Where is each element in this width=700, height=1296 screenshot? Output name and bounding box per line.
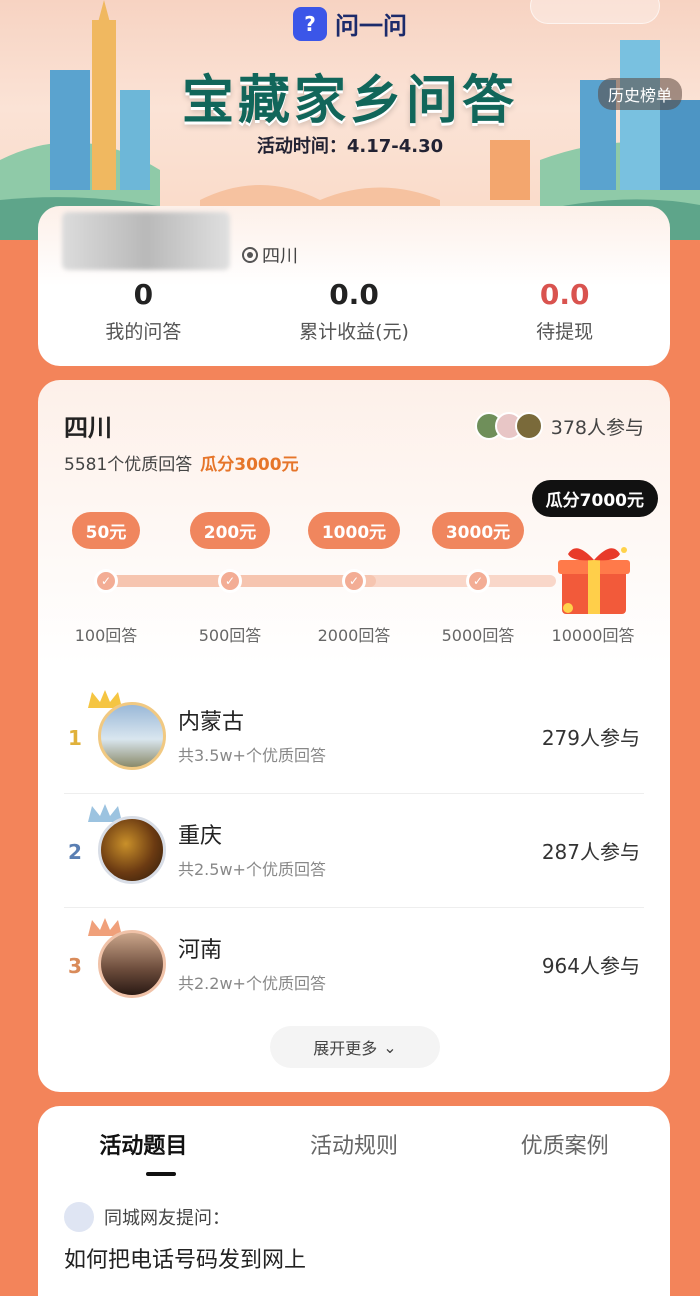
milestone-reward-badge: 50元 — [71, 512, 141, 549]
user-location: 四川 — [242, 242, 298, 268]
province-name: 四川 — [64, 414, 112, 442]
province-ranking-list: 1 内蒙古 共3.5w+个优质回答 279人参与 2 重庆 共2.5w+个优质回… — [64, 680, 644, 1022]
tab-quality-cases[interactable]: 优质案例 — [459, 1128, 670, 1160]
quality-answers-count: 5581个优质回答 — [64, 455, 193, 475]
question-source: 同城网友提问： — [104, 1208, 230, 1229]
milestone-reward-1: 50元 — [46, 512, 166, 549]
milestone-check-icon: ✓ — [342, 569, 366, 593]
province-participants: 378人参与 — [474, 412, 644, 440]
question-header: 同城网友提问： — [64, 1202, 230, 1232]
province-avatar — [98, 702, 166, 770]
stat-value: 0.0 — [329, 278, 379, 311]
participants-count: 378人参与 — [550, 416, 644, 439]
milestone-label: 100回答 — [74, 626, 138, 645]
province-answers: 共2.5w+个优质回答 — [178, 860, 326, 879]
expand-more-button[interactable]: 展开更多 ⌄ — [270, 1026, 440, 1068]
participant-avatar — [514, 412, 543, 440]
stat-value: 0 — [133, 278, 154, 311]
tab-activity-rules[interactable]: 活动规则 — [249, 1128, 460, 1160]
milestone-reward-3: 1000元 — [294, 512, 414, 549]
question-logo-icon: ? — [293, 6, 327, 41]
final-milestone-label: 10000回答 — [551, 626, 635, 645]
stat-label: 我的问答 — [105, 321, 182, 343]
milestone-label: 2000回答 — [317, 626, 391, 645]
milestone-check-icon: ✓ — [218, 569, 242, 593]
ranking-row-3[interactable]: 3 河南 共2.2w+个优质回答 964人参与 — [64, 908, 644, 1022]
chevron-down-icon: ⌄ — [383, 1037, 397, 1057]
ranking-row-1[interactable]: 1 内蒙古 共3.5w+个优质回答 279人参与 — [64, 680, 644, 794]
milestone-label: 500回答 — [198, 626, 262, 645]
rank-number: 3 — [68, 954, 82, 978]
rank-number: 2 — [68, 840, 82, 864]
brand: ? 问一问 — [0, 6, 700, 41]
tab-activity-topics[interactable]: 活动题目 — [38, 1128, 249, 1160]
brand-name: 问一问 — [335, 12, 407, 40]
milestone-label: 5000回答 — [441, 626, 515, 645]
rank-number: 1 — [68, 726, 82, 750]
province-name: 重庆 — [178, 824, 223, 849]
province-answers: 共2.2w+个优质回答 — [178, 974, 326, 993]
province-avatar — [98, 930, 166, 998]
milestone-reward-2: 200元 — [170, 512, 290, 549]
stat-value: 0.0 — [539, 278, 590, 311]
stats-row: 0 我的问答 0.0 累计收益(元) 0.0 待提现 — [38, 278, 670, 344]
prize-highlight: 瓜分3000元 — [200, 455, 299, 475]
user-avatar-blurred — [62, 212, 230, 270]
province-avatar — [98, 816, 166, 884]
province-name: 河南 — [178, 938, 223, 963]
location-pin-icon — [242, 247, 258, 263]
stat-my-qa[interactable]: 0 我的问答 — [38, 278, 249, 344]
activity-period: 活动时间：4.17-4.30 — [256, 136, 444, 157]
province-answers: 共3.5w+个优质回答 — [178, 746, 326, 765]
ranking-row-2[interactable]: 2 重庆 共2.5w+个优质回答 287人参与 — [64, 794, 644, 908]
tab-bar: 活动题目 活动规则 优质案例 — [38, 1128, 670, 1160]
location-text: 四川 — [262, 246, 298, 267]
province-participants: 287人参与 — [541, 840, 640, 864]
question-text[interactable]: 如何把电话号码发到网上 — [64, 1242, 306, 1274]
province-name: 内蒙古 — [178, 710, 245, 735]
stat-total-earnings[interactable]: 0.0 累计收益(元) — [249, 278, 460, 344]
stat-label: 待提现 — [536, 321, 594, 343]
province-participants: 964人参与 — [541, 954, 640, 978]
final-reward-tag: 瓜分7000元 — [531, 480, 658, 517]
milestone-reward-badge: 200元 — [189, 512, 271, 549]
user-stats-card: 四川 0 我的问答 0.0 累计收益(元) 0.0 待提现 — [38, 206, 670, 366]
stat-label: 累计收益(元) — [299, 321, 409, 343]
hero-banner: ? 问一问 宝藏家乡问答 活动时间：4.17-4.30 历史榜单 — [0, 0, 700, 240]
milestone-reward-4: 3000元 — [418, 512, 538, 549]
province-subtitle: 5581个优质回答 瓜分3000元 — [64, 450, 299, 475]
participant-avatars — [474, 412, 543, 440]
expand-more-label: 展开更多 — [313, 1039, 378, 1058]
province-ranking-card: 四川 5581个优质回答 瓜分3000元 378人参与 50元 200元 1000… — [38, 380, 670, 1092]
province-participants: 279人参与 — [541, 726, 640, 750]
milestone-check-icon: ✓ — [94, 569, 118, 593]
user-avatar-icon — [64, 1202, 94, 1232]
page-title: 宝藏家乡问答 — [181, 71, 518, 131]
active-tab-indicator — [146, 1172, 176, 1176]
history-ranking-button[interactable]: 历史榜单 — [597, 78, 682, 110]
milestone-check-icon: ✓ — [466, 569, 490, 593]
milestone-reward-badge: 3000元 — [431, 512, 525, 549]
milestone-reward-badge: 1000元 — [307, 512, 401, 549]
gift-box-icon — [558, 547, 630, 614]
activity-tabs-card: 活动题目 活动规则 优质案例 同城网友提问： 如何把电话号码发到网上 — [38, 1106, 670, 1296]
stat-pending-withdraw[interactable]: 0.0 待提现 — [459, 278, 670, 344]
